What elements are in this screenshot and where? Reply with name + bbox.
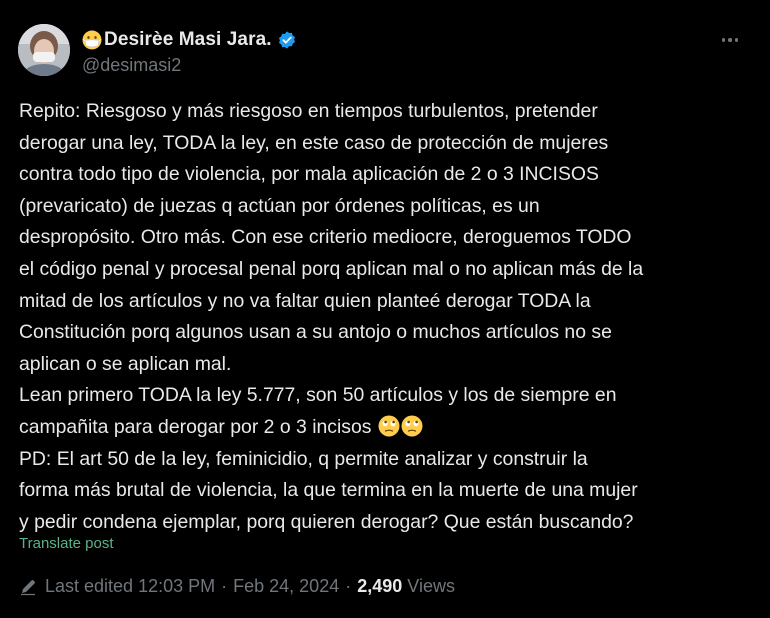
face-with-rolling-eyes-emoji <box>378 415 400 437</box>
verified-badge-icon[interactable] <box>277 30 297 50</box>
views-count[interactable]: 2,490 <box>357 576 402 597</box>
tweet-text-line: PD: El art 50 de la ley, feminicidio, q … <box>19 447 588 470</box>
author-name-row[interactable]: Desirèe Masi Jara. <box>82 27 297 53</box>
pencil-icon[interactable] <box>19 578 37 596</box>
tweet-text-line: derogar una ley, TODA la ley, en este ca… <box>19 131 609 154</box>
tweet-text-line: Lean primero TODA la ley 5.777, son 50 a… <box>19 384 617 407</box>
post-date[interactable]: Feb 24, 2024 <box>233 576 339 597</box>
tweet-text-line-with-emoji: campañita para derogar por 2 o 3 incisos <box>19 412 754 444</box>
tweet: Desirèe Masi Jara. @desimasi2 Repito: Ri… <box>0 0 770 618</box>
tweet-text-line: aplican o se aplican mal. <box>19 352 232 375</box>
separator: · <box>221 576 228 596</box>
tweet-text-line: el código penal y procesal penal porq ap… <box>19 257 644 280</box>
tweet-text-line: y pedir condena ejemplar, porq quieren d… <box>19 510 634 533</box>
tweet-text-line: contra todo tipo de violencia, por mala … <box>19 163 599 186</box>
avatar[interactable] <box>18 24 70 76</box>
tweet-text-line: forma más brutal de violencia, la que te… <box>19 479 638 502</box>
tweet-text-line: Constitución porq algunos usan a su anto… <box>19 321 612 344</box>
tweet-text-line: (prevaricato) de juezas q actúan por órd… <box>19 194 540 217</box>
tweet-text-line: Repito: Riesgoso y más riesgoso en tiemp… <box>19 100 598 122</box>
tweet-header: Desirèe Masi Jara. @desimasi2 <box>18 24 752 80</box>
last-edited-link[interactable]: Last edited 12:03 PM <box>45 576 215 597</box>
tweet-text-line: despropósito. Otro más. Con ese criterio… <box>19 226 632 249</box>
views-label[interactable]: Views <box>407 576 455 597</box>
tweet-text-segment: campañita para derogar por 2 o 3 incisos <box>19 415 377 438</box>
separator: · <box>345 576 352 596</box>
author-block: Desirèe Masi Jara. @desimasi2 <box>82 27 297 76</box>
face-with-rolling-eyes-emoji <box>401 415 423 437</box>
translate-post-link[interactable]: Translate post <box>19 535 114 552</box>
tweet-meta: Last edited 12:03 PM · Feb 24, 2024 · 2,… <box>19 576 455 597</box>
face-with-medical-mask-emoji <box>82 30 102 50</box>
more-horizontal-icon[interactable] <box>716 30 744 50</box>
author-handle[interactable]: @desimasi2 <box>82 55 297 76</box>
tweet-text: Repito: Riesgoso y más riesgoso en tiemp… <box>19 96 754 538</box>
tweet-text-line: mitad de los artículos y no va faltar qu… <box>19 289 591 312</box>
display-name[interactable]: Desirèe Masi Jara. <box>104 29 272 51</box>
